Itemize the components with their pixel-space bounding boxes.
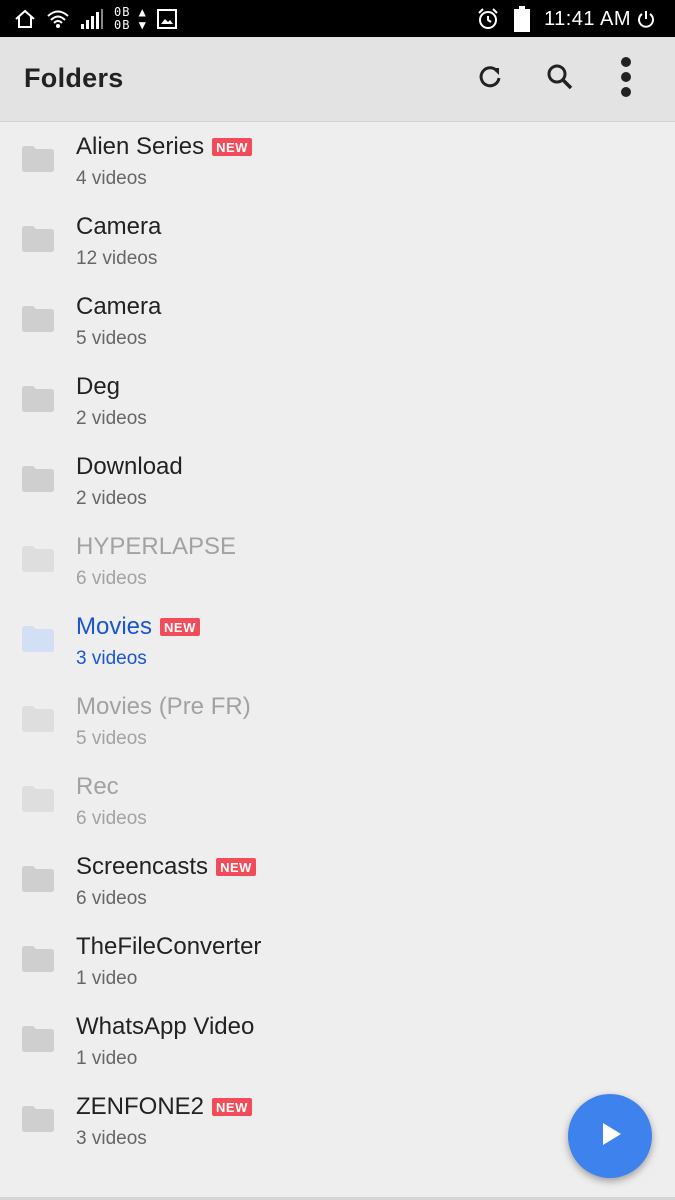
folder-name-row: Rec <box>76 773 119 801</box>
folder-icon <box>22 146 54 172</box>
folder-icon <box>22 386 54 412</box>
folder-name: TheFileConverter <box>76 933 262 960</box>
folder-icon <box>22 226 54 252</box>
folder-icon <box>22 866 54 892</box>
video-count: 3 videos <box>76 1128 147 1149</box>
alarm-icon <box>476 7 500 31</box>
video-count: 6 videos <box>76 888 147 909</box>
folder-name: Alien Series <box>76 133 205 160</box>
folder-name-row: WhatsApp Video <box>76 1013 254 1041</box>
folder-name: Deg <box>76 373 121 400</box>
new-badge: NEW <box>212 1098 252 1116</box>
app-bar: Folders <box>0 37 675 122</box>
home-icon <box>14 9 36 29</box>
folder-name-row: Screencasts NEW <box>76 853 256 881</box>
play-button[interactable] <box>568 1094 652 1178</box>
folder-name-row: Movies NEW <box>76 613 200 641</box>
folder-item[interactable]: Alien Series NEW 4 videos <box>0 122 675 202</box>
refresh-button[interactable] <box>470 59 510 99</box>
folder-name: Download <box>76 453 183 480</box>
folder-icon <box>22 1026 54 1052</box>
folder-name-row: TheFileConverter <box>76 933 261 961</box>
video-count: 3 videos <box>76 648 147 669</box>
status-clock: 11:41 AM <box>543 7 631 30</box>
video-count: 4 videos <box>76 168 147 189</box>
data-down-value: 0B <box>114 18 131 32</box>
folder-name-row: Camera <box>76 293 161 321</box>
folder-item[interactable]: Screencasts NEW 6 videos <box>0 842 675 922</box>
more-options-button[interactable] <box>606 56 646 99</box>
folder-icon <box>22 786 54 812</box>
folder-list: Alien Series NEW 4 videos Camera 12 videos Ca… <box>0 122 675 1162</box>
folder-item[interactable]: WhatsApp Video 1 video <box>0 1002 675 1082</box>
folder-icon <box>22 946 54 972</box>
folder-name: WhatsApp Video <box>76 1013 255 1040</box>
folder-icon <box>22 546 54 572</box>
folder-item[interactable]: Rec 6 videos <box>0 762 675 842</box>
more-vert-icon <box>620 56 632 103</box>
folder-item[interactable]: Deg 2 videos <box>0 362 675 442</box>
folder-item[interactable]: TheFileConverter 1 video <box>0 922 675 1002</box>
data-rate-indicator: 0B ▲ 0B ▼ <box>114 5 147 32</box>
folder-name-row: Camera <box>76 213 161 241</box>
folder-name: Movies (Pre FR) <box>76 693 251 720</box>
video-count: 1 video <box>76 968 138 989</box>
folder-item[interactable]: Camera 5 videos <box>0 282 675 362</box>
new-badge: NEW <box>160 618 200 636</box>
data-up-value: 0B <box>114 5 131 19</box>
folder-item[interactable]: Movies (Pre FR) 5 videos <box>0 682 675 762</box>
folder-name-row: Deg <box>76 373 120 401</box>
video-count: 12 videos <box>76 248 158 269</box>
folder-item[interactable]: Download 2 videos <box>0 442 675 522</box>
folder-icon <box>22 306 54 332</box>
wifi-icon <box>46 8 70 30</box>
folder-icon <box>22 626 54 652</box>
search-button[interactable] <box>540 59 580 99</box>
video-count: 5 videos <box>76 328 147 349</box>
video-count: 6 videos <box>76 808 147 829</box>
folder-item[interactable]: HYPERLAPSE 6 videos <box>0 522 675 602</box>
new-badge: NEW <box>212 138 252 156</box>
folder-name: Movies <box>76 613 153 640</box>
video-count: 1 video <box>76 1048 138 1069</box>
video-count: 6 videos <box>76 568 147 589</box>
new-badge: NEW <box>216 858 256 876</box>
folder-name: Camera <box>76 213 162 240</box>
play-icon <box>595 1119 625 1154</box>
folder-icon <box>22 706 54 732</box>
battery-icon <box>513 6 530 32</box>
folder-name-row: ZENFONE2 NEW <box>76 1093 252 1121</box>
signal-icon <box>80 8 104 30</box>
image-icon <box>156 9 177 29</box>
page-title: Folders <box>24 63 124 93</box>
folder-icon <box>22 466 54 492</box>
folder-item[interactable]: Camera 12 videos <box>0 202 675 282</box>
folder-name-row: Download <box>76 453 183 481</box>
folder-name-row: HYPERLAPSE <box>76 533 236 561</box>
power-icon <box>637 10 655 28</box>
folder-name-row: Movies (Pre FR) <box>76 693 251 721</box>
folder-name: Camera <box>76 293 162 320</box>
folder-item[interactable]: Movies NEW 3 videos <box>0 602 675 682</box>
video-count: 5 videos <box>76 728 147 749</box>
status-bar: 0B ▲ 0B ▼ 11:41 AM <box>0 0 675 37</box>
folder-name: HYPERLAPSE <box>76 533 237 560</box>
folder-icon <box>22 1106 54 1132</box>
search-icon <box>546 63 574 96</box>
video-count: 2 videos <box>76 488 147 509</box>
video-count: 2 videos <box>76 408 147 429</box>
folder-name: Screencasts <box>76 853 209 880</box>
folder-name: ZENFONE2 <box>76 1093 205 1120</box>
refresh-icon <box>476 63 504 96</box>
folder-name-row: Alien Series NEW <box>76 133 252 161</box>
folder-name: Rec <box>76 773 119 800</box>
